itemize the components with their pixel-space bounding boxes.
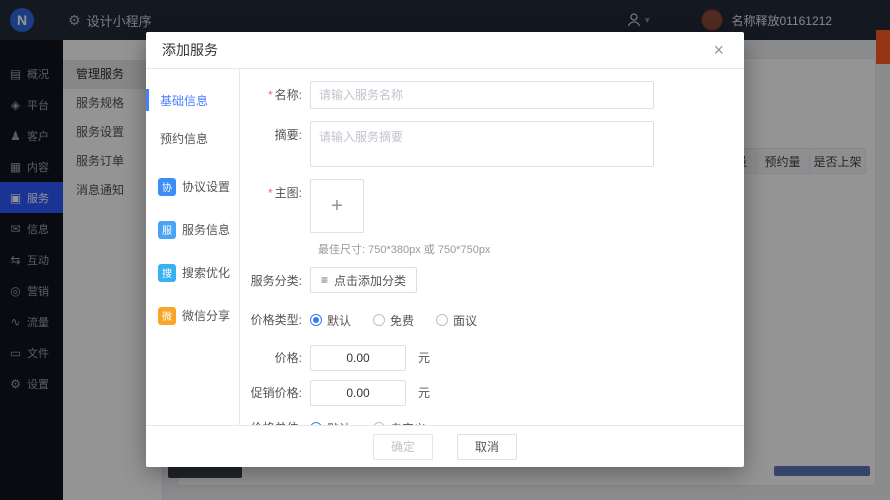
- radio-icon: [310, 314, 322, 326]
- label-text: 服务分类:: [250, 274, 302, 288]
- radio-icon: [310, 422, 322, 425]
- radio-price-free[interactable]: 免费: [373, 312, 414, 329]
- tab-wechat-share[interactable]: 微 微信分享: [146, 294, 239, 337]
- label-text: 价格:: [274, 351, 302, 365]
- image-upload-box[interactable]: +: [310, 179, 364, 233]
- category-label: 服务分类:: [244, 267, 310, 295]
- modal-tab-list: 基础信息 预约信息 协 协议设置 服 服务信息 搜 搜索优化 微 微信分享: [146, 69, 240, 425]
- name-label: * 名称:: [244, 81, 310, 109]
- radio-price-default[interactable]: 默认: [310, 312, 351, 329]
- radio-icon: [436, 314, 449, 326]
- form-row-summary: 摘要:: [244, 121, 720, 167]
- form-row-price-type: 价格类型: 默认 免费 面议: [244, 307, 720, 333]
- form-row-name: * 名称:: [244, 81, 720, 109]
- tab-label: 基础信息: [160, 93, 209, 108]
- list-icon: ≡: [321, 273, 329, 287]
- service-info-icon: 服: [158, 220, 176, 239]
- service-summary-input[interactable]: [310, 121, 654, 167]
- radio-label: 默认: [327, 313, 352, 328]
- search-optimization-icon: 搜: [158, 263, 176, 282]
- form-row-promo-price: 促销价格: 元: [244, 380, 720, 406]
- required-mark: *: [267, 88, 273, 102]
- image-size-hint: 最佳尺寸: 750*380px 或 750*750px: [318, 244, 491, 256]
- wechat-share-icon: 微: [158, 306, 176, 325]
- add-service-modal: 添加服务 × 基础信息 预约信息 协 协议设置 服 服务信息 搜 搜索优化 微 …: [146, 32, 744, 467]
- service-form: *名称: 摘要: *主图: + 最佳尺寸: 750*380px 或 750*75…: [240, 69, 744, 425]
- close-icon[interactable]: ×: [709, 39, 728, 61]
- radio-label: 免费: [390, 313, 415, 328]
- price-unit-label: 价格单位:: [244, 415, 310, 425]
- form-row-category: 服务分类: ≡ 点击添加分类: [244, 267, 720, 295]
- tab-search-optimization[interactable]: 搜 搜索优化: [146, 251, 239, 294]
- button-label: 点击添加分类: [334, 273, 407, 288]
- tab-label: 服务信息: [182, 223, 231, 237]
- label-text: 名称:: [274, 88, 302, 102]
- radio-icon: [373, 422, 386, 425]
- tab-label: 微信分享: [182, 309, 231, 323]
- tab-label: 搜索优化: [182, 266, 231, 280]
- radio-price-negotiable[interactable]: 面议: [436, 312, 477, 329]
- price-unit-radio-group: 默认 自定义: [310, 415, 426, 425]
- confirm-button[interactable]: 确定: [373, 433, 433, 460]
- form-row-main-image: * 主图: +: [244, 179, 720, 233]
- promo-price-unit-text: 元: [418, 386, 431, 400]
- tab-label: 协议设置: [182, 180, 231, 194]
- modal-body: 基础信息 预约信息 协 协议设置 服 服务信息 搜 搜索优化 微 微信分享 * …: [146, 69, 744, 425]
- tab-agreement-settings[interactable]: 协 协议设置: [146, 165, 239, 208]
- promo-price-input[interactable]: [310, 380, 406, 406]
- radio-label: 面议: [453, 313, 478, 328]
- price-unit-text: 元: [418, 351, 431, 365]
- price-type-label: 价格类型:: [244, 307, 310, 333]
- service-name-input[interactable]: [310, 81, 654, 109]
- form-row-price: 价格: 元: [244, 345, 720, 371]
- tab-booking-info[interactable]: 预约信息: [146, 119, 239, 157]
- tab-service-info[interactable]: 服 服务信息: [146, 208, 239, 251]
- agreement-icon: 协: [158, 177, 176, 196]
- label-text: 主图:: [274, 186, 302, 200]
- summary-label: 摘要:: [244, 121, 310, 149]
- cancel-button[interactable]: 取消: [457, 433, 517, 460]
- label-text: 价格类型:: [250, 313, 302, 327]
- promo-price-label: 促销价格:: [244, 380, 310, 406]
- tab-basic-info[interactable]: 基础信息: [146, 81, 239, 119]
- form-row-price-unit: 价格单位: 默认 自定义: [244, 415, 720, 425]
- price-type-radio-group: 默认 免费 面议: [310, 307, 477, 333]
- label-text: 促销价格:: [250, 386, 302, 400]
- plus-icon: +: [331, 194, 343, 217]
- radio-icon: [373, 314, 386, 326]
- add-category-button[interactable]: ≡ 点击添加分类: [310, 267, 418, 293]
- main-image-label: * 主图:: [244, 179, 310, 207]
- modal-footer: 确定 取消: [146, 425, 744, 467]
- required-mark: *: [267, 186, 273, 200]
- modal-header: 添加服务 ×: [146, 32, 744, 69]
- label-text: 摘要:: [274, 128, 302, 142]
- modal-title: 添加服务: [162, 42, 218, 58]
- price-input[interactable]: [310, 345, 406, 371]
- price-label: 价格:: [244, 345, 310, 371]
- tab-label: 预约信息: [160, 131, 209, 146]
